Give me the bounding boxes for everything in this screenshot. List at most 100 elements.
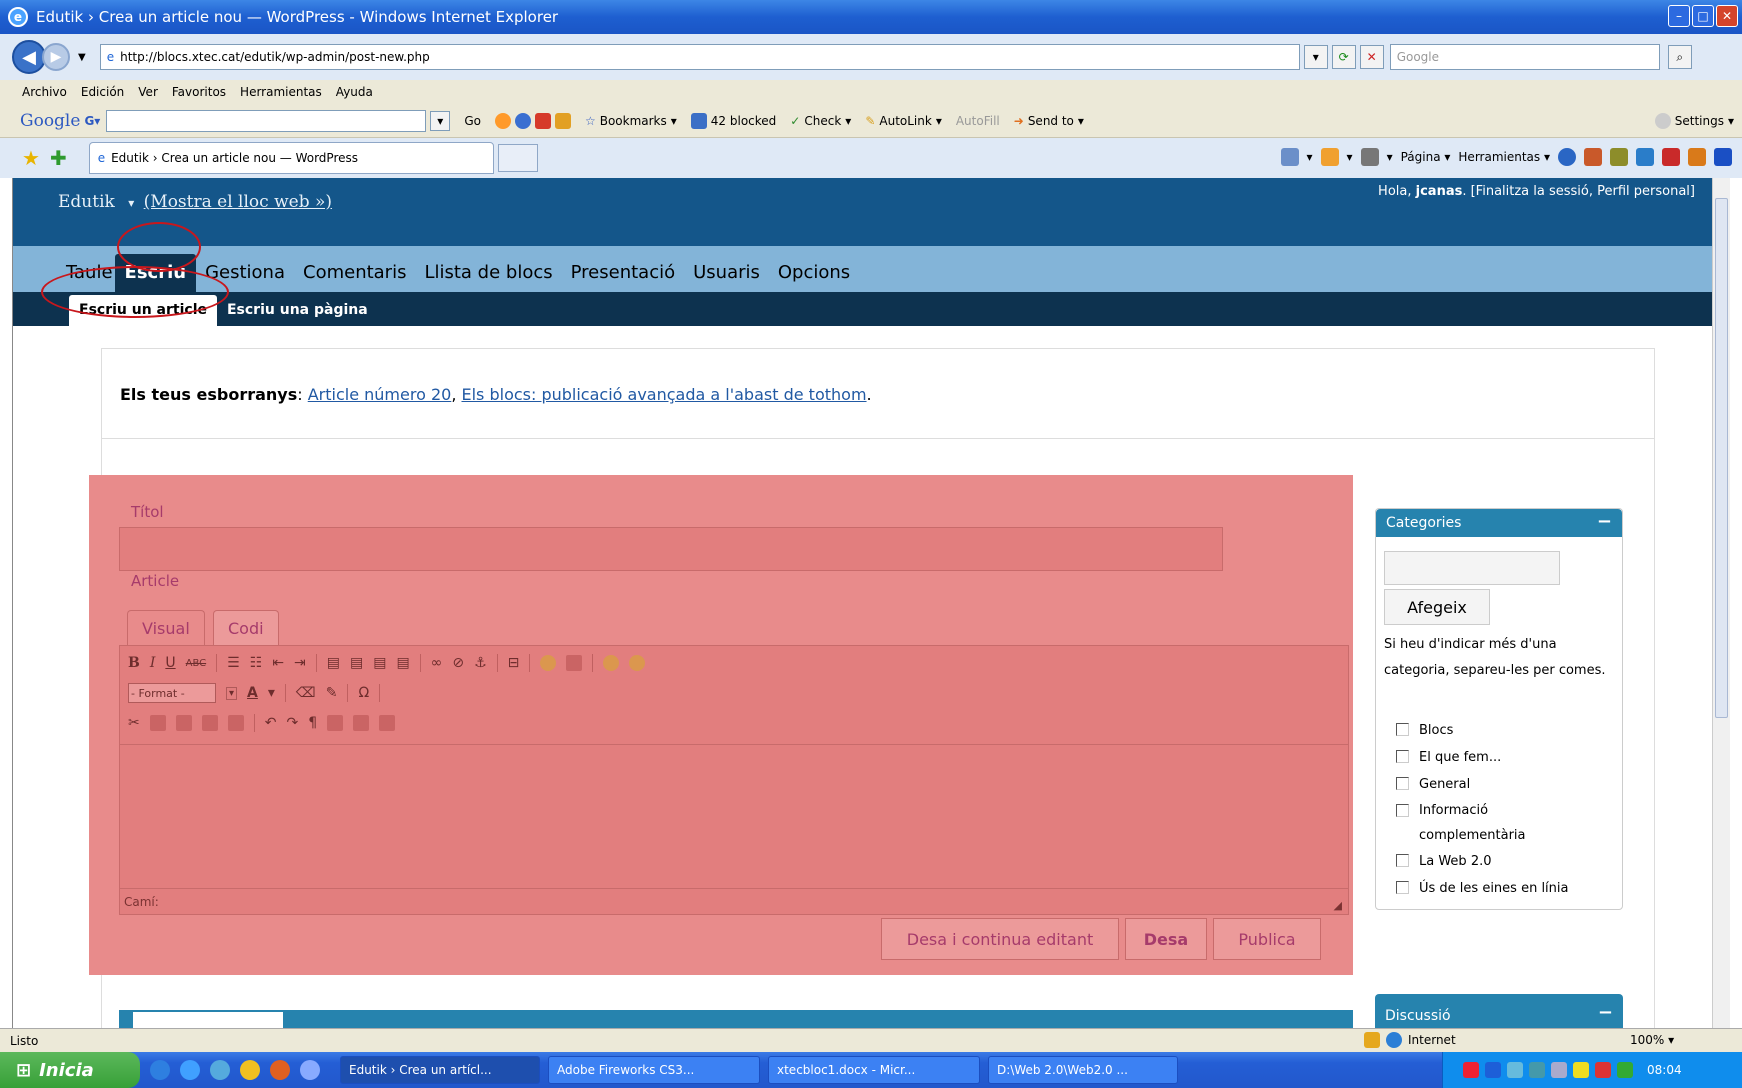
- strikethrough-icon[interactable]: ABC: [186, 658, 207, 669]
- google-dropdown-icon[interactable]: ▾: [430, 110, 451, 131]
- google-menu-icon[interactable]: G▾: [84, 114, 100, 128]
- page-scrollbar[interactable]: [1712, 178, 1730, 1028]
- paste-icon[interactable]: [175, 715, 192, 731]
- autofill-button[interactable]: AutoFill: [956, 114, 1000, 128]
- new-tab-button[interactable]: [497, 144, 538, 172]
- close-icon[interactable]: ✕: [1716, 5, 1738, 27]
- quicklaunch-folder-icon[interactable]: [210, 1060, 230, 1080]
- tab-codi[interactable]: Codi: [213, 610, 279, 646]
- pilcrow-icon[interactable]: ¶: [308, 715, 317, 731]
- quicklaunch-browser-icon[interactable]: [180, 1060, 200, 1080]
- menu-favoritos[interactable]: Favoritos: [172, 85, 226, 99]
- emoticon-icon[interactable]: [540, 655, 557, 671]
- unlink-icon[interactable]: ⊘: [452, 655, 464, 671]
- tools-menu[interactable]: Herramientas ▾: [1458, 150, 1550, 164]
- forward-button[interactable]: ▶: [42, 43, 70, 71]
- task-explorer[interactable]: D:\Web 2.0\Web2.0 ...: [988, 1056, 1178, 1084]
- align-left-icon[interactable]: ▤: [327, 655, 340, 671]
- edit-icon[interactable]: [379, 715, 396, 731]
- draft-link-2[interactable]: Els blocs: publicació avançada a l'abast…: [461, 385, 866, 404]
- new-category-input[interactable]: [1384, 551, 1560, 585]
- google-tools-icons[interactable]: [494, 112, 571, 129]
- task-fireworks[interactable]: Adobe Fireworks CS3...: [548, 1056, 760, 1084]
- bold-icon[interactable]: B: [128, 655, 140, 671]
- addon-icon-6[interactable]: [1714, 148, 1732, 166]
- category-checkbox[interactable]: [1396, 881, 1409, 894]
- tray-icon-6[interactable]: [1573, 1062, 1589, 1078]
- quicklaunch-ie-icon[interactable]: [150, 1060, 170, 1080]
- special-char-icon[interactable]: Ω: [358, 685, 369, 701]
- align-justify-icon[interactable]: ▤: [396, 655, 409, 671]
- menu-ayuda[interactable]: Ayuda: [336, 85, 373, 99]
- quicklaunch-extra-icon[interactable]: [300, 1060, 320, 1080]
- fullscreen-icon[interactable]: [353, 715, 370, 731]
- feeds-icon[interactable]: [1320, 148, 1339, 166]
- save-continue-button[interactable]: Desa i continua editant: [881, 918, 1119, 960]
- editor-content-area[interactable]: [120, 744, 1348, 874]
- back-button[interactable]: ◀: [12, 40, 46, 74]
- home-icon[interactable]: [1280, 148, 1299, 166]
- user-links[interactable]: . [Finalitza la sessió, Perfil personal]: [1462, 184, 1695, 199]
- start-button[interactable]: ⊞ Inicia: [0, 1052, 140, 1088]
- category-item[interactable]: Blocs: [1384, 717, 1620, 744]
- search-icon[interactable]: ⌕: [1667, 45, 1692, 69]
- undo-icon[interactable]: ↶: [265, 715, 277, 731]
- maximize-icon[interactable]: □: [1692, 5, 1714, 27]
- underline-icon[interactable]: U: [165, 655, 175, 671]
- category-checkbox[interactable]: [1396, 854, 1409, 867]
- zoom-level[interactable]: 100% ▾: [1630, 1033, 1674, 1047]
- tray-icon-7[interactable]: [1595, 1062, 1611, 1078]
- link-icon[interactable]: ∞: [431, 655, 443, 671]
- resize-handle-icon[interactable]: ◢: [1334, 899, 1342, 912]
- menu-edicion[interactable]: Edición: [81, 85, 124, 99]
- copy-icon[interactable]: [149, 715, 166, 731]
- url-input[interactable]: e http://blocs.xtec.cat/edutik/wp-admin/…: [99, 44, 1300, 70]
- text-color-icon[interactable]: A: [247, 685, 258, 701]
- outdent-icon[interactable]: ⇤: [272, 655, 284, 671]
- anchor-icon[interactable]: ⚓: [474, 655, 487, 671]
- menu-comentaris[interactable]: Comentaris: [294, 262, 415, 292]
- categories-header[interactable]: Categories −: [1376, 509, 1622, 537]
- settings-button[interactable]: Settings ▾: [1654, 112, 1734, 129]
- quicklaunch-firefox-icon[interactable]: [270, 1060, 290, 1080]
- refresh-icon[interactable]: ⟳: [1331, 45, 1356, 69]
- publish-button[interactable]: Publica: [1213, 918, 1321, 960]
- menu-presentacio[interactable]: Presentació: [562, 262, 684, 292]
- toggle-advanced-icon[interactable]: [629, 655, 646, 671]
- bullet-list-icon[interactable]: ☰: [227, 655, 240, 671]
- format-dropdown-icon[interactable]: ▾: [226, 686, 238, 700]
- google-logo[interactable]: Google: [20, 111, 80, 131]
- blog-switch-icon[interactable]: ▾: [128, 196, 134, 210]
- bookmarks-button[interactable]: ☆ Bookmarks ▾: [585, 114, 677, 128]
- search-input[interactable]: Google: [1389, 44, 1660, 70]
- eraser-icon[interactable]: ⌫: [296, 685, 316, 701]
- paste-word-icon[interactable]: [227, 715, 244, 731]
- submenu-write-page[interactable]: Escriu una pàgina: [217, 302, 378, 326]
- menu-ver[interactable]: Ver: [138, 85, 158, 99]
- addon-icon-3[interactable]: [1636, 148, 1654, 166]
- category-item[interactable]: General: [1384, 771, 1620, 798]
- task-word[interactable]: xtecbloc1.docx - Micr...: [768, 1056, 980, 1084]
- url-dropdown-icon[interactable]: ▾: [1303, 45, 1328, 69]
- addon-icon-4[interactable]: [1662, 148, 1680, 166]
- menu-llista-blocs[interactable]: Llista de blocs: [415, 262, 561, 292]
- spellcheck-icon[interactable]: [603, 655, 620, 671]
- menu-herramientas[interactable]: Herramientas: [240, 85, 322, 99]
- category-checkbox[interactable]: [1396, 750, 1409, 763]
- align-right-icon[interactable]: ▤: [373, 655, 386, 671]
- help-icon[interactable]: [1558, 148, 1576, 166]
- title-input[interactable]: [119, 527, 1223, 571]
- print-icon[interactable]: [1360, 148, 1379, 166]
- discussion-header[interactable]: Discussió −: [1375, 994, 1623, 1028]
- menu-opcions[interactable]: Opcions: [769, 262, 859, 292]
- format-select[interactable]: - Format -: [128, 683, 216, 703]
- paste-text-icon[interactable]: [201, 715, 218, 731]
- minimize-icon[interactable]: –: [1668, 5, 1690, 27]
- tray-icon-1[interactable]: [1463, 1062, 1479, 1078]
- cleanup-icon[interactable]: ✎: [326, 685, 338, 701]
- google-go-button[interactable]: Go: [464, 114, 481, 128]
- google-search-input[interactable]: [106, 109, 427, 132]
- category-item[interactable]: El que fem...: [1384, 744, 1620, 771]
- category-checkbox[interactable]: [1396, 777, 1409, 790]
- add-favorite-icon[interactable]: ✚: [50, 146, 67, 170]
